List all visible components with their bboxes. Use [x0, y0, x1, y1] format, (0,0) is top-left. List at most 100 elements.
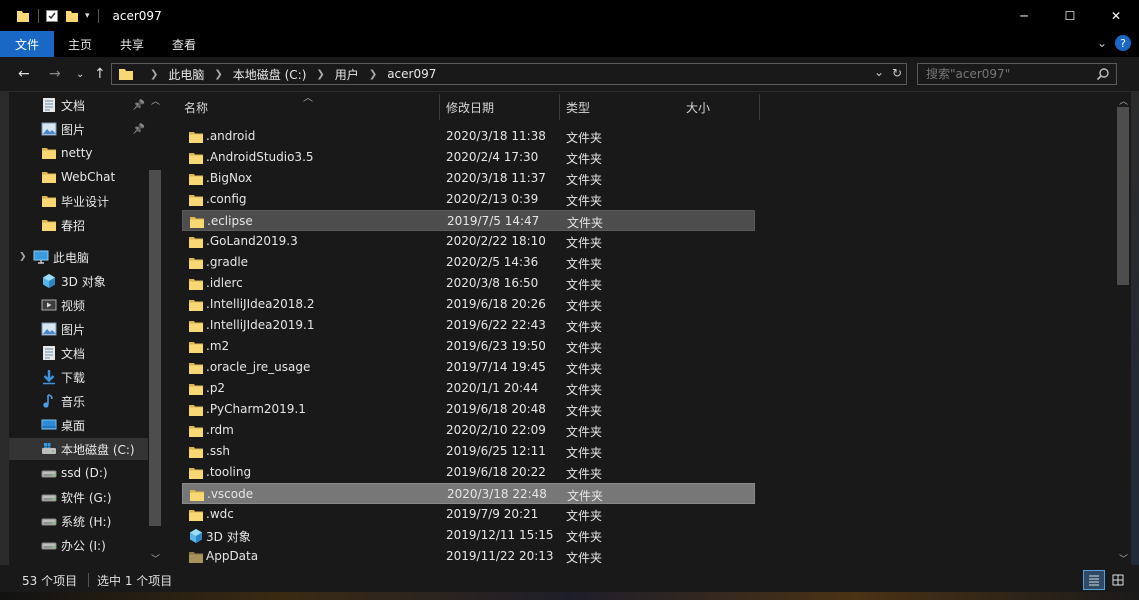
- scroll-down-icon[interactable]: ﹀: [1119, 552, 1128, 565]
- column-header-name[interactable]: 名称: [178, 94, 440, 120]
- status-separator: [88, 573, 89, 587]
- file-row[interactable]: .config 2020/2/13 0:39 文件夹: [182, 189, 755, 210]
- drive-icon: [41, 465, 57, 484]
- sidebar-item[interactable]: 软件 (G:): [9, 486, 149, 508]
- sidebar-item[interactable]: 毕业设计: [9, 190, 149, 212]
- tab-view[interactable]: 查看: [158, 31, 210, 57]
- breadcrumb-item[interactable]: 用户: [335, 66, 359, 83]
- sidebar-item[interactable]: 视频: [9, 294, 149, 316]
- file-row[interactable]: .android 2020/3/18 11:38 文件夹: [182, 126, 755, 147]
- file-date: 2019/11/22 20:13: [446, 549, 554, 563]
- details-view-button[interactable]: [1083, 570, 1105, 590]
- file-row[interactable]: .idlerc 2020/3/8 16:50 文件夹: [182, 273, 755, 294]
- column-header-size[interactable]: 大小: [680, 94, 760, 120]
- tab-home[interactable]: 主页: [54, 31, 106, 57]
- sidebar-item[interactable]: 办公 (I:): [9, 534, 149, 556]
- file-row[interactable]: .oracle_jre_usage 2019/7/14 19:45 文件夹: [182, 357, 755, 378]
- maximize-button[interactable]: ☐: [1047, 0, 1093, 31]
- file-row[interactable]: .gradle 2020/2/5 14:36 文件夹: [182, 252, 755, 273]
- search-input[interactable]: [918, 64, 1088, 84]
- search-icon[interactable]: [1096, 67, 1110, 81]
- sidebar-item[interactable]: 3D 对象: [9, 270, 149, 292]
- up-arrow-icon[interactable]: ↑: [94, 66, 106, 82]
- sidebar-item[interactable]: WebChat: [9, 166, 149, 188]
- chevron-right-icon[interactable]: ❯: [214, 69, 222, 80]
- file-row[interactable]: AppData 2019/11/22 20:13 文件夹: [182, 546, 755, 567]
- folder-icon: [41, 145, 57, 164]
- file-row[interactable]: .rdm 2020/2/10 22:09 文件夹: [182, 420, 755, 441]
- address-bar[interactable]: ❯ 此电脑 ❯ 本地磁盘 (C:) ❯ 用户 ❯ acer097 ⌄ ↻: [111, 63, 907, 85]
- sidebar-item[interactable]: ❯ 此电脑: [9, 246, 149, 268]
- pin-icon[interactable]: 📌: [133, 100, 145, 111]
- folder-icon: [41, 169, 57, 188]
- file-row[interactable]: .wdc 2019/7/9 20:21 文件夹: [182, 504, 755, 525]
- file-row[interactable]: 3D 对象 2019/12/11 15:15 文件夹: [182, 525, 755, 546]
- folder-icon: [188, 171, 204, 190]
- sidebar-item[interactable]: 文档 📌: [9, 94, 149, 116]
- file-row[interactable]: .GoLand2019.3 2020/2/22 18:10 文件夹: [182, 231, 755, 252]
- file-name: .ssh: [206, 444, 230, 458]
- breadcrumb-item[interactable]: acer097: [387, 67, 436, 81]
- back-arrow-icon[interactable]: ←: [18, 66, 30, 82]
- file-row[interactable]: .IntelliJIdea2018.2 2019/6/18 20:26 文件夹: [182, 294, 755, 315]
- chevron-right-icon[interactable]: ❯: [316, 69, 324, 80]
- 3d-objects-icon: [188, 528, 204, 547]
- file-row[interactable]: .PyCharm2019.1 2019/6/18 20:48 文件夹: [182, 399, 755, 420]
- file-row[interactable]: .vscode 2020/3/18 22:48 文件夹: [182, 483, 755, 504]
- refresh-icon[interactable]: ↻: [892, 66, 902, 80]
- folder-icon: [188, 339, 204, 358]
- file-date: 2020/3/8 16:50: [446, 276, 539, 290]
- help-icon[interactable]: ?: [1115, 35, 1131, 51]
- breadcrumb-item[interactable]: 本地磁盘 (C:): [233, 66, 307, 83]
- tab-file[interactable]: 文件: [0, 31, 55, 57]
- file-row[interactable]: .IntelliJIdea2019.1 2019/6/22 22:43 文件夹: [182, 315, 755, 336]
- navigation-scrollbar[interactable]: ︿ ﹀: [148, 92, 162, 565]
- sidebar-item[interactable]: 春招: [9, 214, 149, 236]
- file-list-scrollbar[interactable]: ︿ ﹀: [1115, 92, 1131, 565]
- customize-toolbar-icon[interactable]: ▾: [85, 11, 90, 21]
- column-header-date[interactable]: 修改日期: [440, 94, 560, 120]
- file-row[interactable]: .BigNox 2020/3/18 11:37 文件夹: [182, 168, 755, 189]
- scroll-up-icon[interactable]: ︿: [151, 94, 160, 107]
- sidebar-item[interactable]: ssd (D:): [9, 462, 149, 484]
- sidebar-item[interactable]: 系统 (H:): [9, 510, 149, 532]
- large-icons-view-button[interactable]: [1107, 570, 1129, 590]
- sidebar-item[interactable]: 音乐: [9, 390, 149, 412]
- sidebar-item[interactable]: 图片: [9, 318, 149, 340]
- search-box[interactable]: [917, 63, 1117, 85]
- new-folder-icon[interactable]: [65, 9, 79, 23]
- address-dropdown-icon[interactable]: ⌄: [874, 65, 884, 79]
- chevron-right-icon[interactable]: ❯: [369, 69, 377, 80]
- file-row[interactable]: .ssh 2019/6/25 12:11 文件夹: [182, 441, 755, 462]
- file-row[interactable]: .m2 2019/6/23 19:50 文件夹: [182, 336, 755, 357]
- navigation-scrollbar-thumb[interactable]: [149, 170, 161, 526]
- close-button[interactable]: ✕: [1093, 0, 1139, 31]
- sidebar-item[interactable]: 图片 📌: [9, 118, 149, 140]
- file-row[interactable]: .tooling 2019/6/18 20:22 文件夹: [182, 462, 755, 483]
- breadcrumb-item[interactable]: 此电脑: [168, 66, 204, 83]
- sidebar-item[interactable]: 本地磁盘 (C:): [9, 438, 149, 460]
- forward-arrow-icon[interactable]: →: [49, 66, 61, 82]
- file-row[interactable]: .eclipse 2019/7/5 14:47 文件夹: [182, 210, 755, 231]
- sidebar-item-label: 图片: [61, 122, 86, 137]
- sidebar-item[interactable]: 文档: [9, 342, 149, 364]
- scroll-up-icon[interactable]: ︿: [1119, 94, 1128, 107]
- sidebar-item-label: 文档: [61, 98, 86, 113]
- sidebar-item-label: 图片: [61, 322, 86, 337]
- column-header-type[interactable]: 类型: [560, 94, 680, 120]
- tab-share[interactable]: 共享: [106, 31, 158, 57]
- expand-chevron-icon[interactable]: ❯: [19, 252, 27, 262]
- file-row[interactable]: .AndroidStudio3.5 2020/2/4 17:30 文件夹: [182, 147, 755, 168]
- file-row[interactable]: .p2 2020/1/1 20:44 文件夹: [182, 378, 755, 399]
- pin-icon[interactable]: 📌: [133, 124, 145, 135]
- chevron-right-icon[interactable]: ❯: [150, 69, 158, 80]
- expand-ribbon-icon[interactable]: ⌄: [1097, 36, 1107, 50]
- sidebar-item[interactable]: 桌面: [9, 414, 149, 436]
- minimize-button[interactable]: ─: [1001, 0, 1047, 31]
- file-list-scrollbar-thumb[interactable]: [1117, 107, 1129, 285]
- sidebar-item[interactable]: netty: [9, 142, 149, 164]
- properties-icon[interactable]: [45, 9, 59, 23]
- recent-locations-chevron-icon[interactable]: ⌄: [76, 69, 84, 80]
- scroll-down-icon[interactable]: ﹀: [151, 552, 160, 565]
- sidebar-item[interactable]: 下载: [9, 366, 149, 388]
